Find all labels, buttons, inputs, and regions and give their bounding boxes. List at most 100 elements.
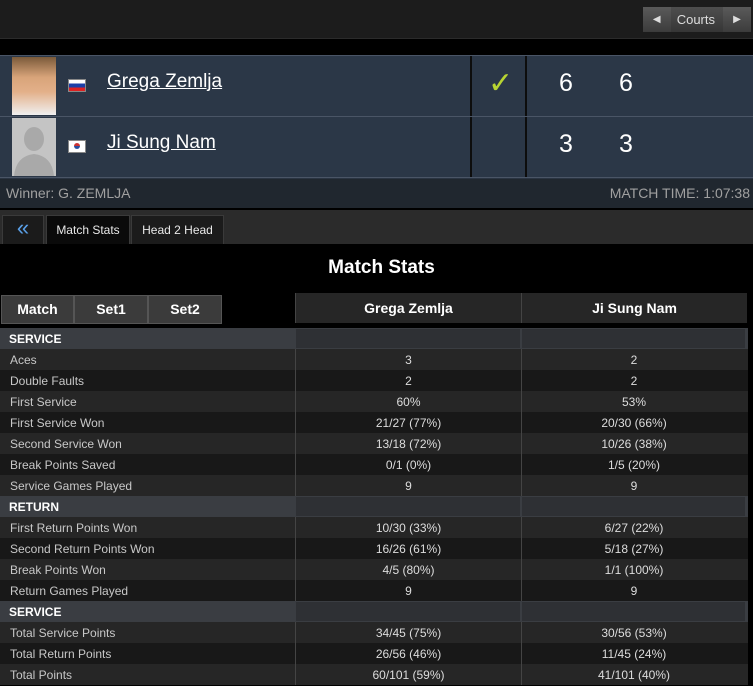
stat-value-player2: 10/26 (38%)	[601, 437, 667, 451]
set-tab-set1[interactable]: Set1	[74, 295, 148, 324]
divider	[470, 56, 472, 116]
stat-label: Second Return Points Won	[10, 542, 155, 556]
player-row: Ji Sung Nam 3 3	[0, 116, 753, 178]
section-cell	[296, 497, 520, 516]
stat-row: Second Return Points Won 16/26 (61%) 5/18 …	[0, 538, 748, 559]
stat-label: Total Service Points	[10, 626, 116, 640]
stat-value-player1: 0/1 (0%)	[385, 458, 432, 472]
set-score: 3	[559, 130, 573, 158]
scoreboard: Grega Zemlja ✓ 6 6 Ji Sung Nam 3 3	[0, 55, 753, 179]
stat-row: First Service Won 21/27 (77%) 20/30 (66%)	[0, 412, 748, 433]
stat-label: First Return Points Won	[10, 521, 138, 535]
stat-value-player2: 6/27 (22%)	[604, 521, 664, 535]
stat-value-player1: 16/26 (61%)	[375, 542, 442, 556]
stat-row: Aces 3 2	[0, 349, 748, 370]
stat-value-player2: 30/56 (53%)	[601, 626, 667, 640]
courts-nav: ◀ Courts ▶	[642, 7, 751, 32]
stat-value-player2: 41/101 (40%)	[597, 668, 671, 682]
stat-value-player2: 9	[630, 479, 638, 493]
divider	[470, 117, 472, 177]
stat-value-player1: 34/45 (75%)	[375, 626, 442, 640]
stat-label: Total Points	[10, 668, 73, 682]
section-label: SERVICE	[9, 605, 62, 619]
stat-row: Second Service Won 13/18 (72%) 10/26 (38%)	[0, 433, 748, 454]
section-cell	[522, 329, 745, 348]
stat-value-player1: 21/27 (77%)	[375, 416, 442, 430]
stat-label: Aces	[10, 353, 37, 367]
korea-flag-icon	[68, 140, 86, 153]
divider	[525, 56, 527, 116]
player-name-link[interactable]: Grega Zemlja	[107, 71, 222, 93]
match-time: MATCH TIME: 1:07:38	[609, 185, 750, 201]
tab-bar: « Match Stats Head 2 Head	[0, 210, 753, 244]
column-header-player1: Grega Zemlja	[295, 293, 521, 323]
divider	[525, 117, 527, 177]
result-bar: Winner: G. ZEMLJA MATCH TIME: 1:07:38	[0, 179, 753, 208]
section-cell	[522, 602, 745, 621]
stat-label: Service Games Played	[10, 479, 133, 493]
set-tab-match[interactable]: Match	[1, 295, 74, 324]
column-header-player2: Ji Sung Nam	[521, 293, 747, 323]
tab-match-stats[interactable]: Match Stats	[46, 215, 130, 244]
player-photo	[12, 57, 56, 115]
stat-row: Return Games Played 9 9	[0, 580, 748, 601]
stats-title: Match Stats	[328, 257, 435, 278]
stat-value-player2: 2	[630, 353, 638, 367]
stat-value-player1: 9	[405, 584, 412, 598]
stat-value-player2: 5/18 (27%)	[604, 542, 664, 556]
stat-value-player1: 3	[405, 353, 412, 367]
player-name-link[interactable]: Ji Sung Nam	[107, 132, 216, 154]
set-tab-set2[interactable]: Set2	[148, 295, 222, 324]
slovenia-flag-icon	[68, 79, 86, 92]
arrow-left-icon: ◀	[652, 14, 661, 25]
set-score: 6	[559, 69, 573, 97]
stat-value-player1: 10/30 (33%)	[375, 521, 442, 535]
stat-row: Total Service Points 34/45 (75%) 30/56 (53…	[0, 622, 748, 643]
double-chevron-left-icon: «	[16, 215, 30, 240]
section-header-row: RETURN	[0, 496, 748, 517]
courts-label[interactable]: Courts	[670, 7, 723, 32]
stat-value-player2: 1/1 (100%)	[604, 563, 664, 577]
stat-value-player2: 2	[630, 374, 638, 388]
section-header-row: SERVICE	[0, 328, 748, 349]
stat-value-player2: 9	[630, 584, 638, 598]
set-score: 3	[619, 130, 633, 158]
section-cell	[296, 329, 520, 348]
stat-row: Double Faults 2 2	[0, 370, 748, 391]
stat-row: Break Points Won 4/5 (80%) 1/1 (100%)	[0, 559, 748, 580]
stat-row: Total Points 60/101 (59%) 41/101 (40%)	[0, 664, 748, 685]
stat-label: Break Points Won	[10, 563, 106, 577]
winner-check-icon: ✓	[488, 67, 514, 100]
prev-court-button[interactable]: ◀	[642, 7, 671, 32]
player-photo-placeholder	[12, 118, 56, 176]
stat-value-player1: 4/5 (80%)	[382, 563, 435, 577]
stat-label: Break Points Saved	[10, 458, 116, 472]
stat-label: Double Faults	[10, 374, 85, 388]
back-button[interactable]: «	[2, 215, 44, 244]
tab-head-2-head[interactable]: Head 2 Head	[131, 215, 224, 244]
player-row: Grega Zemlja ✓ 6 6	[0, 55, 753, 116]
stat-value-player2: 11/45 (24%)	[601, 647, 667, 661]
stat-value-player2: 53%	[621, 395, 647, 409]
stat-value-player1: 26/56 (46%)	[375, 647, 442, 661]
stat-row: Total Return Points 26/56 (46%) 11/45 (24%…	[0, 643, 748, 664]
section-cell	[522, 497, 745, 516]
stat-value-player2: 1/5 (20%)	[607, 458, 661, 472]
stat-label: First Service	[10, 395, 77, 409]
stat-value-player1: 60%	[396, 395, 421, 409]
stat-value-player1: 13/18 (72%)	[375, 437, 442, 451]
section-header-row: SERVICE	[0, 601, 748, 622]
stat-row: Service Games Played 9 9	[0, 475, 748, 496]
stat-value-player1: 60/101 (59%)	[372, 668, 445, 682]
next-court-button[interactable]: ▶	[723, 7, 751, 32]
top-bar: ◀ Courts ▶	[0, 0, 753, 39]
set-score: 6	[619, 69, 633, 97]
stat-label: Second Service Won	[10, 437, 122, 451]
arrow-right-icon: ▶	[733, 14, 741, 25]
section-label: SERVICE	[9, 332, 62, 346]
stat-row: Break Points Saved 0/1 (0%) 1/5 (20%)	[0, 454, 748, 475]
stat-label: Return Games Played	[10, 584, 129, 598]
winner-text: Winner: G. ZEMLJA	[6, 185, 131, 201]
stat-value-player1: 9	[405, 479, 412, 493]
stat-value-player2: 20/30 (66%)	[601, 416, 667, 430]
